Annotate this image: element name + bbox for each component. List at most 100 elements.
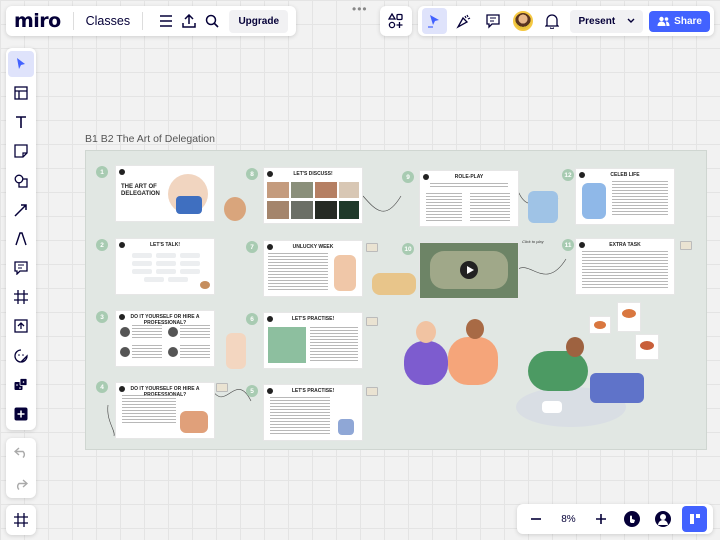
miro-logo[interactable]: miro	[14, 10, 61, 32]
slide-11[interactable]: EXTRA TASK	[576, 239, 674, 294]
topic-pill	[180, 269, 200, 274]
photo	[267, 201, 289, 219]
food-image	[622, 309, 636, 318]
frame-icon[interactable]	[8, 284, 34, 310]
folder-icon[interactable]	[366, 387, 378, 396]
zoom-controls: 8%	[517, 504, 713, 534]
pen-icon[interactable]	[8, 226, 34, 252]
slide-7[interactable]: UNLUCKY WEEK	[264, 241, 362, 296]
topic-pill	[132, 269, 152, 274]
sticker-icon[interactable]	[8, 343, 34, 369]
slide-number-badge: 2	[96, 239, 108, 251]
text-block	[270, 397, 330, 435]
reactions-icon[interactable]	[451, 8, 476, 34]
slide-number-badge: 7	[246, 241, 258, 253]
drag-handle-icon[interactable]: •••	[352, 2, 368, 16]
house-photo	[268, 327, 306, 363]
text-block	[430, 183, 508, 189]
slide-2[interactable]: LET'S TALK!	[116, 239, 214, 294]
slide-8[interactable]: LET'S DISCUSS!	[264, 168, 362, 223]
undo-icon[interactable]	[8, 439, 34, 465]
slide-9[interactable]: ROLE-PLAY	[420, 171, 518, 226]
folder-icon[interactable]	[366, 243, 378, 252]
slide-12[interactable]: CELEB LIFE	[576, 169, 674, 224]
illustration-person	[528, 351, 588, 391]
apps-button[interactable]	[380, 6, 412, 36]
avatar	[512, 11, 533, 31]
chevron-down-icon[interactable]	[627, 16, 635, 27]
frames-icon	[14, 513, 28, 527]
slide-1[interactable]: THE ART OF DELEGATION	[116, 166, 214, 221]
notifications-bell-icon[interactable]	[539, 8, 564, 34]
text-block	[122, 395, 176, 425]
divider	[142, 12, 143, 30]
learning-center-button[interactable]	[682, 506, 708, 532]
folder-icon[interactable]	[216, 383, 228, 392]
slide-10-game-board[interactable]	[420, 243, 518, 298]
text-block	[470, 193, 510, 221]
comment-icon[interactable]	[481, 8, 506, 34]
photo	[267, 182, 289, 198]
folder-icon[interactable]	[680, 241, 692, 250]
photo	[315, 201, 337, 219]
slide-title: LET'S DISCUSS!	[293, 171, 333, 177]
text-block	[582, 251, 668, 289]
slide-5[interactable]: LET'S PRACTISE!	[264, 385, 362, 440]
slide-number-badge: 4	[96, 381, 108, 393]
text-block	[612, 181, 668, 217]
users-icon	[657, 16, 670, 26]
redo-icon[interactable]	[8, 471, 34, 497]
frames-list-button[interactable]	[6, 505, 36, 535]
shapes-icon[interactable]	[8, 168, 34, 194]
zoom-out-button[interactable]	[523, 506, 548, 532]
illustration	[180, 411, 208, 433]
present-button[interactable]: Present	[570, 9, 644, 33]
folder-icon[interactable]	[366, 317, 378, 326]
upload-icon[interactable]	[178, 8, 201, 34]
text-block	[180, 345, 210, 359]
upload-icon[interactable]	[8, 313, 34, 339]
select-cursor-icon[interactable]	[8, 51, 34, 77]
slide-6[interactable]: LET'S PRACTISE!	[264, 313, 362, 368]
apps-add-icon	[388, 13, 403, 29]
topic-pill	[132, 261, 152, 266]
text-block	[426, 193, 462, 221]
slide-4[interactable]: DO IT YOURSELF OR HIRE A PROFESSIONAL?	[116, 383, 214, 438]
text-block	[180, 325, 210, 339]
cursor-mode-icon[interactable]	[422, 8, 448, 34]
arrow-line-icon[interactable]	[8, 197, 34, 223]
illustration-laptop	[590, 373, 644, 403]
text-icon[interactable]	[8, 109, 34, 135]
illustration	[372, 273, 416, 295]
templates-icon[interactable]	[8, 80, 34, 106]
sticky-note-icon[interactable]	[8, 138, 34, 164]
board-title[interactable]: Classes	[86, 14, 130, 28]
add-more-icon[interactable]	[8, 401, 34, 427]
frame-title[interactable]: B1 B2 The Art of Delegation	[85, 133, 215, 145]
pointer-hand-icon[interactable]	[620, 506, 645, 532]
upgrade-button[interactable]: Upgrade	[229, 9, 288, 33]
avatar	[168, 347, 178, 357]
text-block	[310, 327, 358, 363]
hamburger-icon[interactable]	[155, 8, 178, 34]
photo	[291, 182, 313, 198]
slide-title: LET'S PRACTISE!	[291, 316, 335, 322]
topic-pill	[180, 253, 200, 258]
search-icon[interactable]	[201, 8, 224, 34]
slide-number-badge: 8	[246, 168, 258, 180]
user-avatar[interactable]	[510, 8, 535, 34]
slide-3[interactable]: DO IT YOURSELF OR HIRE A PROFESSIONAL?	[116, 311, 214, 366]
zoom-in-button[interactable]	[589, 506, 614, 532]
illustration-person	[416, 321, 436, 343]
share-button[interactable]: Share	[649, 10, 710, 32]
slide-title: LET'S TALK!	[150, 242, 180, 248]
board-frame[interactable]: 1 THE ART OF DELEGATION 8 LET'S DISCUSS!…	[85, 150, 707, 450]
help-avatar-icon[interactable]	[651, 506, 676, 532]
top-right-toolbar: Present Share	[418, 6, 714, 36]
topic-pill	[168, 277, 188, 282]
illustration	[200, 281, 210, 289]
zoom-level[interactable]: 8%	[554, 514, 583, 525]
dice-icon[interactable]	[8, 372, 34, 398]
slide-logo	[119, 169, 125, 175]
comment-icon[interactable]	[8, 255, 34, 281]
